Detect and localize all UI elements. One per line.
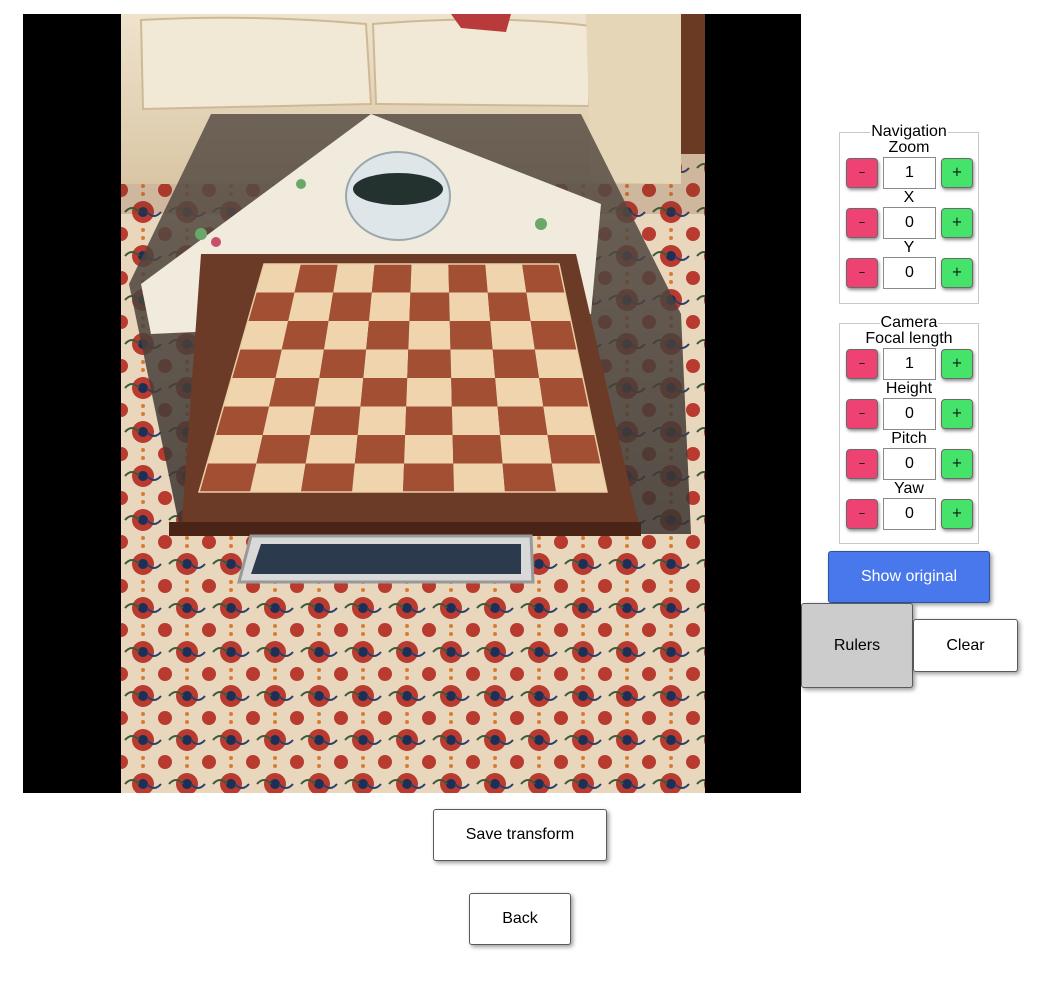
- y-control: Y – +: [840, 240, 978, 290]
- save-transform-button[interactable]: Save transform: [433, 809, 607, 861]
- focal-length-control: Focal length – +: [840, 331, 978, 381]
- y-input[interactable]: [883, 257, 936, 289]
- zoom-input[interactable]: [883, 157, 936, 189]
- zoom-label: Zoom: [888, 139, 930, 156]
- height-control: Height – +: [840, 381, 978, 431]
- show-original-button[interactable]: Show original: [828, 551, 990, 603]
- height-increase-button[interactable]: +: [941, 399, 973, 429]
- chessboard-photo: [121, 14, 705, 793]
- x-control: X – +: [840, 190, 978, 240]
- x-label: X: [903, 189, 915, 206]
- x-decrease-button[interactable]: –: [846, 208, 878, 238]
- yaw-label: Yaw: [894, 480, 924, 497]
- focal-length-label: Focal length: [865, 330, 953, 347]
- focal-length-increase-button[interactable]: +: [941, 349, 973, 379]
- y-label: Y: [903, 239, 915, 256]
- yaw-control: Yaw – +: [840, 481, 978, 531]
- chessboard-grid: [198, 263, 608, 493]
- yaw-increase-button[interactable]: +: [941, 499, 973, 529]
- height-input[interactable]: [883, 398, 936, 430]
- height-decrease-button[interactable]: –: [846, 399, 878, 429]
- pitch-input[interactable]: [883, 448, 936, 480]
- zoom-increase-button[interactable]: +: [941, 158, 973, 188]
- pitch-label: Pitch: [891, 430, 927, 447]
- camera-panel: Camera Focal length – + Height – + Pitch…: [839, 315, 979, 544]
- image-viewport[interactable]: [23, 14, 801, 793]
- y-increase-button[interactable]: +: [941, 258, 973, 288]
- camera-legend: Camera: [880, 314, 938, 331]
- clear-button[interactable]: Clear: [913, 619, 1018, 672]
- yaw-decrease-button[interactable]: –: [846, 499, 878, 529]
- focal-length-input[interactable]: [883, 348, 936, 380]
- zoom-decrease-button[interactable]: –: [846, 158, 878, 188]
- back-button[interactable]: Back: [469, 893, 571, 945]
- zoom-control: Zoom – +: [840, 140, 978, 190]
- pitch-decrease-button[interactable]: –: [846, 449, 878, 479]
- y-decrease-button[interactable]: –: [846, 258, 878, 288]
- rulers-toggle-button[interactable]: Rulers: [801, 603, 913, 688]
- navigation-legend: Navigation: [871, 123, 947, 140]
- pitch-increase-button[interactable]: +: [941, 449, 973, 479]
- focal-length-decrease-button[interactable]: –: [846, 349, 878, 379]
- height-label: Height: [885, 380, 933, 397]
- x-increase-button[interactable]: +: [941, 208, 973, 238]
- yaw-input[interactable]: [883, 498, 936, 530]
- x-input[interactable]: [883, 207, 936, 239]
- navigation-panel: Navigation Zoom – + X – + Y – +: [839, 124, 979, 304]
- pitch-control: Pitch – +: [840, 431, 978, 481]
